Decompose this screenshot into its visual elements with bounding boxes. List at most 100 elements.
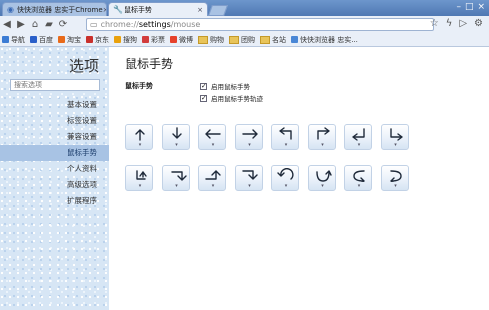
search-options-input[interactable] bbox=[10, 79, 100, 91]
chevron-down-icon[interactable]: ▾ bbox=[247, 184, 253, 189]
nav-icon bbox=[2, 36, 9, 43]
tab-browser-home[interactable]: ◉ 快快浏览器 忠实于Chrome × bbox=[2, 2, 107, 16]
gesture-u-turn-button[interactable]: ▾ bbox=[307, 165, 336, 191]
chevron-down-icon[interactable]: ▾ bbox=[137, 184, 143, 189]
gesture-up-right-button[interactable]: ▾ bbox=[307, 124, 336, 150]
chevron-down-icon[interactable]: ▾ bbox=[174, 184, 180, 189]
gesture-up-left-icon bbox=[279, 127, 292, 140]
wrench-menu-icon[interactable]: ⚙ bbox=[474, 18, 483, 29]
reload-icon[interactable]: ⟳ bbox=[56, 18, 70, 32]
bookmark-baidu[interactable]: 百度 bbox=[30, 35, 53, 45]
gesture-down-up-icon bbox=[136, 170, 147, 180]
home-icon[interactable]: ⌂ bbox=[28, 18, 42, 32]
forward-icon[interactable]: ▶ bbox=[14, 18, 28, 32]
chevron-down-icon[interactable]: ▾ bbox=[247, 143, 253, 148]
sidebar-item[interactable]: 个人资料 bbox=[0, 161, 109, 177]
gesture-right-button[interactable]: ▾ bbox=[234, 124, 263, 150]
bookmark-label: 百度 bbox=[39, 35, 53, 44]
page-menu-icon[interactable]: ▷ bbox=[459, 18, 467, 29]
enable-gesture-trail-checkbox[interactable]: ✓ bbox=[200, 94, 207, 102]
chevron-down-icon[interactable]: ▾ bbox=[320, 143, 326, 148]
gesture-down-button[interactable]: ▾ bbox=[161, 124, 190, 150]
baidu-icon bbox=[30, 36, 37, 43]
gesture-rotate-counterclockwise-button[interactable]: ▾ bbox=[271, 165, 299, 191]
sidebar-nav: 基本设置 标签设置 兼容设置 鼠标手势 个人资料 高级选项 扩展程序 bbox=[0, 97, 109, 209]
chevron-down-icon[interactable]: ▾ bbox=[210, 184, 216, 189]
bookmark-browser[interactable]: 快快浏览器 忠实... bbox=[291, 35, 358, 45]
chevron-down-icon[interactable]: ▾ bbox=[174, 143, 180, 148]
back-icon[interactable]: ◀ bbox=[0, 18, 14, 32]
lottery-icon bbox=[142, 36, 149, 43]
gesture-rotate-counterclockwise-icon bbox=[277, 168, 294, 180]
sidebar-item[interactable]: 标签设置 bbox=[0, 113, 109, 129]
chevron-down-icon[interactable]: ▾ bbox=[320, 184, 326, 189]
gesture-right-up-button[interactable]: ▾ bbox=[198, 165, 226, 191]
jd-icon bbox=[86, 36, 93, 43]
sidebar-item[interactable]: 兼容设置 bbox=[0, 129, 109, 145]
gesture-up-button[interactable]: ▾ bbox=[125, 124, 153, 150]
tab-mouse-gestures[interactable]: 🔧 鼠标手势 × bbox=[108, 2, 208, 16]
address-bar[interactable]: ▭ chrome://settings/mouse bbox=[86, 18, 434, 31]
bookmark-nav[interactable]: 导航 bbox=[2, 35, 25, 45]
gesture-right-icon bbox=[241, 129, 258, 139]
minimize-icon[interactable]: – bbox=[456, 1, 461, 13]
gesture-up-left-button[interactable]: ▾ bbox=[271, 124, 299, 150]
bookmark-label: 快快浏览器 忠实... bbox=[300, 35, 358, 44]
bookmark-label: 彩票 bbox=[151, 35, 165, 44]
gesture-right-up-icon bbox=[205, 170, 221, 180]
tab-label: 快快浏览器 忠实于Chrome bbox=[16, 5, 103, 14]
close-window-icon[interactable]: × bbox=[477, 1, 485, 13]
chevron-down-icon[interactable]: ▾ bbox=[356, 143, 362, 148]
bookmark-lottery[interactable]: 彩票 bbox=[142, 35, 165, 45]
chevron-down-icon[interactable]: ▾ bbox=[283, 143, 289, 148]
maximize-icon[interactable]: □ bbox=[465, 1, 474, 13]
sidebar-item[interactable]: 扩展程序 bbox=[0, 193, 109, 209]
tab-close-icon[interactable]: × bbox=[103, 6, 106, 14]
gesture-down-icon bbox=[171, 127, 182, 139]
bookmark-sogou[interactable]: 搜狗 bbox=[114, 35, 137, 45]
gesture-left-down-left-button[interactable]: ▾ bbox=[344, 124, 372, 150]
chevron-down-icon[interactable]: ▾ bbox=[137, 143, 143, 148]
bookmark-jd[interactable]: 京东 bbox=[86, 35, 109, 45]
enable-gesture-trail-option[interactable]: ✓ 启用鼠标手势轨迹 bbox=[200, 93, 263, 103]
bookmark-label: 导航 bbox=[11, 35, 25, 44]
chevron-down-icon[interactable]: ▾ bbox=[210, 143, 216, 148]
gesture-curve-return-button[interactable]: ▾ bbox=[380, 165, 409, 191]
bookmark-folder[interactable]: 购物 bbox=[198, 35, 224, 45]
gesture-up-down-button[interactable]: ▾ bbox=[161, 165, 190, 191]
bookmark-label: 团购 bbox=[241, 35, 255, 44]
sidebar-item[interactable]: 基本设置 bbox=[0, 97, 109, 113]
enable-gesture-checkbox[interactable]: ✓ bbox=[200, 82, 207, 90]
gesture-left-button[interactable]: ▾ bbox=[198, 124, 226, 150]
chevron-down-icon[interactable]: ▾ bbox=[393, 184, 399, 189]
folder-icon bbox=[229, 35, 239, 44]
gesture-down-right-button[interactable]: ▾ bbox=[380, 124, 409, 150]
tab-close-icon[interactable]: × bbox=[197, 6, 203, 14]
bookmark-taobao[interactable]: 淘宝 bbox=[58, 35, 81, 45]
url-scheme: chrome:// bbox=[100, 20, 139, 29]
chevron-down-icon[interactable]: ▾ bbox=[356, 184, 362, 189]
bookmark-label: 微博 bbox=[179, 35, 193, 44]
gesture-curve-left-button[interactable]: ▾ bbox=[344, 165, 372, 191]
star-icon[interactable]: ☆ bbox=[430, 18, 439, 29]
folder-icon[interactable]: ▰ bbox=[42, 18, 56, 32]
bookmark-folder[interactable]: 名站 bbox=[260, 35, 286, 45]
gesture-left-down-left-icon bbox=[352, 128, 365, 141]
sidebar-item[interactable]: 鼠标手势 bbox=[0, 145, 109, 161]
chevron-down-icon[interactable]: ▾ bbox=[283, 184, 289, 189]
chevron-down-icon[interactable]: ▾ bbox=[393, 143, 399, 148]
bookmark-folder[interactable]: 团购 bbox=[229, 35, 255, 45]
browser-tab-icon: ◉ bbox=[7, 4, 14, 14]
wrench-icon: 🔧 bbox=[113, 4, 123, 14]
gesture-right-down-button[interactable]: ▾ bbox=[234, 165, 263, 191]
sidebar-item[interactable]: 高级选项 bbox=[0, 177, 109, 193]
enable-gesture-option[interactable]: ✓ 启用鼠标手势 bbox=[200, 81, 250, 91]
gesture-down-right-icon bbox=[389, 128, 403, 141]
lightning-icon[interactable]: ϟ bbox=[446, 18, 453, 29]
taobao-icon bbox=[58, 36, 65, 43]
enable-gesture-label: 启用鼠标手势 bbox=[211, 83, 250, 91]
bookmark-weibo[interactable]: 微博 bbox=[170, 35, 193, 45]
gesture-down-up-button[interactable]: ▾ bbox=[125, 165, 153, 191]
new-tab-button[interactable] bbox=[207, 5, 229, 16]
tab-label: 鼠标手势 bbox=[124, 5, 152, 14]
